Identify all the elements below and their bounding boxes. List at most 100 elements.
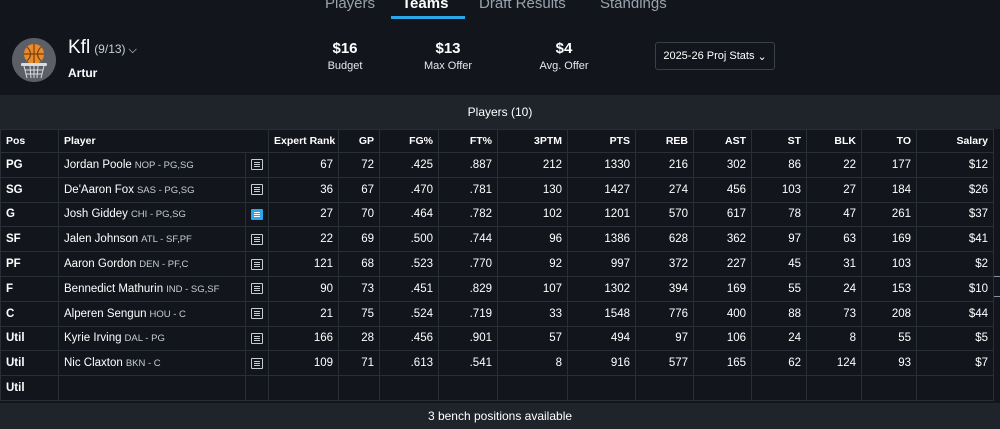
player-cell: Jordan Poole NOP - PG,SG (58, 152, 246, 178)
stat-cell-salary: $12 (916, 152, 994, 178)
player-name-link[interactable]: Nic Claxton (64, 357, 123, 369)
stat-cell-to: 103 (861, 251, 917, 277)
stat-cell-ast: 400 (693, 300, 752, 327)
stat-max-offer: $13 Max Offer (403, 40, 493, 72)
player-name-link[interactable]: Jordan Poole (64, 159, 132, 171)
stat-cell-ft: .901 (438, 325, 498, 352)
col-reb[interactable]: REB (635, 129, 694, 153)
stat-cell-salary: $37 (916, 201, 994, 228)
table-row: Util Kyrie Irving DAL - PG 166 28.456.901 57 4… (0, 325, 994, 352)
roster-position[interactable]: PF (0, 251, 59, 277)
stat-cell-salary: $26 (916, 176, 994, 203)
tab-standings[interactable]: Standings (600, 0, 667, 12)
player-note-icon[interactable] (251, 208, 263, 220)
col-ft-pct[interactable]: FT% (438, 129, 498, 153)
table-row: Util (0, 375, 994, 401)
col-salary[interactable]: Salary (916, 129, 994, 153)
roster-position[interactable]: SF (0, 226, 59, 253)
stat-cell-to: 184 (861, 176, 917, 203)
stat-cell-st: 24 (751, 325, 807, 352)
tab-teams[interactable]: Teams (402, 0, 448, 12)
player-name-link[interactable]: Jalen Johnson (64, 233, 138, 245)
col-pts[interactable]: PTS (567, 129, 636, 153)
roster-position[interactable]: C (0, 300, 59, 327)
note-cell (245, 176, 269, 203)
stat-cell-to: 55 (861, 325, 917, 352)
stat-cell-pts: 494 (567, 325, 636, 352)
stat-label: Max Offer (423, 60, 473, 72)
stat-cell-reb: 216 (635, 152, 694, 178)
col-3ptm[interactable]: 3PTM (497, 129, 568, 153)
stat-cell-st: 78 (751, 201, 807, 228)
stat-cell-pts: 1427 (567, 176, 636, 203)
col-ast[interactable]: AST (693, 129, 752, 153)
player-note-icon[interactable] (251, 184, 263, 196)
roster-position[interactable]: F (0, 275, 59, 302)
player-name-link[interactable]: Kyrie Irving (64, 332, 122, 344)
player-note-icon[interactable] (251, 159, 263, 171)
col-to[interactable]: TO (861, 129, 917, 153)
roster-position[interactable]: Util (0, 375, 59, 401)
col-gp[interactable]: GP (338, 129, 380, 153)
stat-cell-salary: $10 (916, 275, 994, 302)
player-note-icon[interactable] (251, 308, 263, 320)
stat-cell-rank: 22 (268, 226, 339, 253)
stat-cell-rank: 27 (268, 201, 339, 228)
tab-players[interactable]: Players (325, 0, 375, 12)
stat-cell-reb: 274 (635, 176, 694, 203)
col-expert-rank[interactable]: Expert Rank (268, 129, 339, 153)
stat-cell-salary: $5 (916, 325, 994, 352)
roster-position[interactable]: SG (0, 176, 59, 203)
stat-cell-pts (567, 375, 636, 401)
player-cell: Josh Giddey CHI - PG,SG (58, 201, 246, 228)
player-name-link[interactable]: Aaron Gordon (64, 258, 136, 270)
stat-cell-gp: 72 (338, 152, 380, 178)
basketball-hoop-icon (12, 38, 56, 82)
col-st[interactable]: ST (751, 129, 807, 153)
stat-cell-salary: $41 (916, 226, 994, 253)
player-name-link[interactable]: Josh Giddey (64, 208, 128, 220)
roster-position[interactable]: Util (0, 325, 59, 352)
col-player[interactable]: Player (58, 129, 269, 153)
proj-stats-dropdown[interactable]: 2025-26 Proj Stats ⌄ (655, 42, 775, 70)
stat-cell-rank: 109 (268, 350, 339, 377)
stat-cell-st: 55 (751, 275, 807, 302)
stat-cell-blk: 47 (806, 201, 862, 228)
player-note-icon[interactable] (251, 283, 263, 295)
tab-draft-results[interactable]: Draft Results (479, 0, 566, 12)
team-selector[interactable]: Kfl (9/13) ⌵ (68, 37, 137, 59)
roster-position[interactable]: Util (0, 350, 59, 377)
stat-cell-pts: 1548 (567, 300, 636, 327)
stat-cell-ft: .887 (438, 152, 498, 178)
player-team-positions: CHI - PG,SG (130, 209, 186, 221)
stat-label: Avg. Offer (539, 60, 589, 72)
player-note-icon[interactable] (251, 357, 263, 369)
stat-cell-to: 208 (861, 300, 917, 327)
note-cell (245, 275, 269, 302)
player-note-icon[interactable] (251, 258, 263, 270)
stat-cell-st (751, 375, 807, 401)
roster-position[interactable]: G (0, 201, 59, 228)
player-name-link[interactable]: Bennedict Mathurin (64, 283, 163, 295)
roster-position[interactable]: PG (0, 152, 59, 178)
note-cell (245, 300, 269, 327)
player-note-icon[interactable] (251, 332, 263, 344)
stat-cell-gp: 75 (338, 300, 380, 327)
col-pos[interactable]: Pos (0, 129, 59, 153)
stat-cell-ast: 169 (693, 275, 752, 302)
note-cell (245, 325, 269, 352)
stat-cell-gp (338, 375, 380, 401)
player-note-icon[interactable] (251, 233, 263, 245)
stat-cell-blk (806, 375, 862, 401)
stat-cell-pts: 997 (567, 251, 636, 277)
player-name-link[interactable]: Alperen Sengun (64, 308, 146, 320)
stat-cell-st: 88 (751, 300, 807, 327)
col-blk[interactable]: BLK (806, 129, 862, 153)
player-name-link[interactable]: De'Aaron Fox (64, 184, 134, 196)
stat-cell-tpm: 130 (497, 176, 568, 203)
col-fg-pct[interactable]: FG% (379, 129, 439, 153)
stat-cell-rank (268, 375, 339, 401)
player-cell: Jalen Johnson ATL - SF,PF (58, 226, 246, 253)
stat-cell-to: 93 (861, 350, 917, 377)
player-cell (58, 375, 246, 401)
